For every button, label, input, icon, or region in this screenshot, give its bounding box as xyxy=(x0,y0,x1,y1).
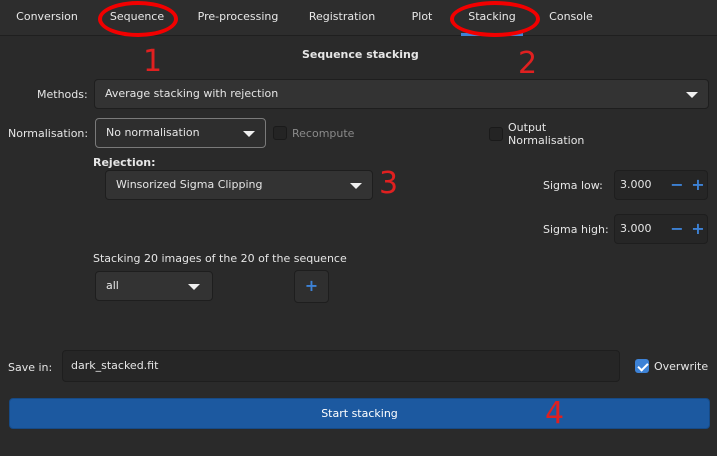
rejection-label: Rejection: xyxy=(93,156,156,169)
tab-plot[interactable]: Plot xyxy=(400,0,444,36)
sigma-low-label: Sigma low: xyxy=(543,179,603,192)
image-filter-value: all xyxy=(106,279,119,292)
recompute-checkbox[interactable] xyxy=(273,126,287,140)
minus-icon[interactable]: − xyxy=(667,215,687,243)
tab-conversion[interactable]: Conversion xyxy=(6,0,88,36)
output-normalisation-checkbox[interactable] xyxy=(489,127,503,141)
stacking-info-text: Stacking 20 images of the 20 of the sequ… xyxy=(93,252,347,265)
sigma-low-value[interactable]: 3.000 xyxy=(620,171,652,199)
sigma-high-label: Sigma high: xyxy=(543,223,609,236)
plus-icon[interactable]: + xyxy=(688,171,708,199)
output-normalisation-label: Output Normalisation xyxy=(508,121,584,147)
rejection-value: Winsorized Sigma Clipping xyxy=(116,178,263,191)
section-title: Sequence stacking xyxy=(302,48,419,61)
plus-icon: + xyxy=(304,276,319,295)
overwrite-label: Overwrite xyxy=(654,360,709,373)
save-in-label: Save in: xyxy=(8,361,53,374)
annotation-number-3: 3 xyxy=(379,166,399,201)
normalisation-value: No normalisation xyxy=(106,126,200,139)
plus-icon[interactable]: + xyxy=(688,215,708,243)
sigma-low-spinner[interactable]: 3.000 − + xyxy=(614,170,708,200)
methods-value: Average stacking with rejection xyxy=(105,87,279,100)
annotation-number-4: 4 xyxy=(545,396,565,431)
annotation-circle-sequence xyxy=(98,1,178,37)
methods-combo[interactable]: Average stacking with rejection xyxy=(94,79,709,109)
add-filter-button[interactable]: + xyxy=(294,270,329,303)
save-filename-input[interactable]: dark_stacked.fit xyxy=(62,350,620,382)
tab-registration[interactable]: Registration xyxy=(300,0,384,36)
minus-icon[interactable]: − xyxy=(667,171,687,199)
annotation-circle-stacking xyxy=(450,1,540,37)
annotation-number-2: 2 xyxy=(518,46,538,81)
methods-label: Methods: xyxy=(37,88,88,101)
overwrite-checkbox[interactable] xyxy=(635,359,649,373)
tab-pre-processing[interactable]: Pre-processing xyxy=(188,0,288,36)
image-filter-combo[interactable]: all xyxy=(95,271,213,301)
output-normalisation-line1: Output xyxy=(508,121,547,134)
sigma-high-value[interactable]: 3.000 xyxy=(620,215,652,243)
chevron-down-icon xyxy=(686,92,698,98)
rejection-combo[interactable]: Winsorized Sigma Clipping xyxy=(105,170,373,200)
start-stacking-button[interactable]: Start stacking xyxy=(9,398,710,429)
sigma-high-spinner[interactable]: 3.000 − + xyxy=(614,214,708,244)
chevron-down-icon xyxy=(350,183,362,189)
normalisation-combo[interactable]: No normalisation xyxy=(95,118,266,148)
chevron-down-icon xyxy=(243,131,255,137)
output-normalisation-line2: Normalisation xyxy=(508,134,585,147)
recompute-label: Recompute xyxy=(292,127,355,140)
chevron-down-icon xyxy=(188,284,200,290)
tab-console[interactable]: Console xyxy=(540,0,602,36)
normalisation-label: Normalisation: xyxy=(8,127,89,140)
annotation-number-1: 1 xyxy=(143,44,163,79)
